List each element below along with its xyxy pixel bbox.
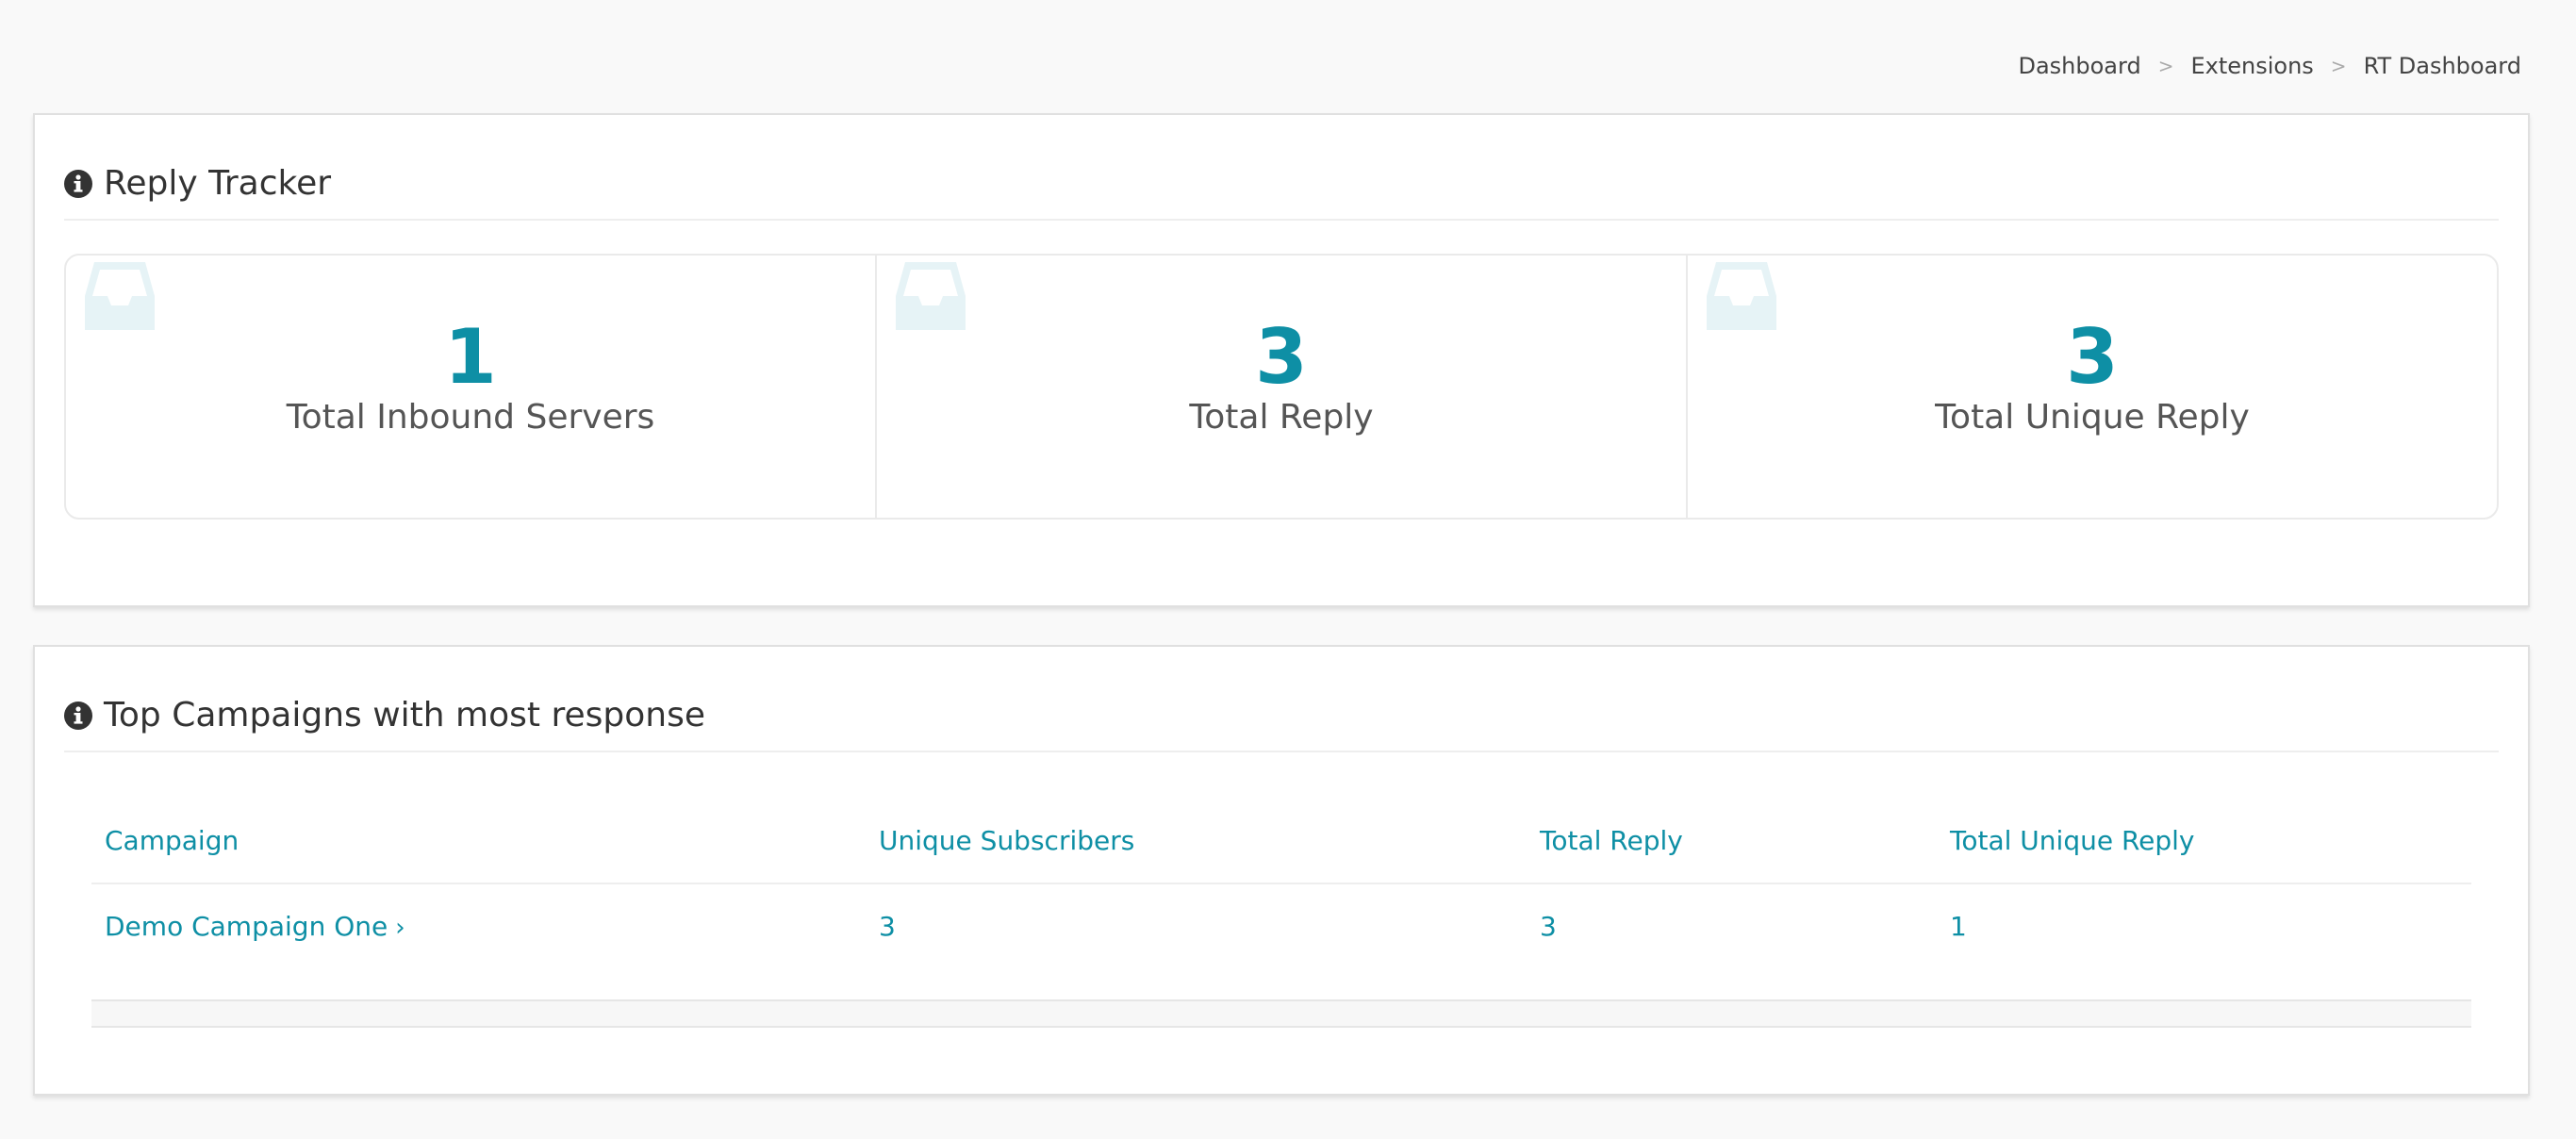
stat-label: Total Unique Reply (1935, 398, 2250, 437)
cell-total-unique-reply: 1 (1950, 910, 1967, 942)
stat-total-unique-reply: 3 Total Unique Reply (1688, 256, 2497, 518)
top-campaigns-title: Top Campaigns with most response (104, 696, 705, 735)
stat-label: Total Reply (1189, 398, 1374, 437)
info-circle-icon (64, 170, 92, 198)
top-campaigns-panel: Top Campaigns with most response Campaig… (33, 645, 2530, 1096)
info-circle-icon (64, 702, 92, 730)
campaigns-table-wrapper: Campaign Unique Subscribers Total Reply … (91, 798, 2471, 967)
breadcrumb-rt-dashboard: RT Dashboard (2363, 53, 2521, 79)
breadcrumb-separator: > (2330, 55, 2347, 77)
reply-tracker-title: Reply Tracker (104, 164, 332, 203)
top-campaigns-header: Top Campaigns with most response (64, 696, 2499, 752)
table-footer (91, 999, 2471, 1028)
stat-total-reply: 3 Total Reply (877, 256, 1688, 518)
cell-campaign: Demo Campaign One › (91, 883, 866, 967)
breadcrumb: Dashboard > Extensions > RT Dashboard (2018, 53, 2521, 79)
column-header-unique-subscribers: Unique Subscribers (866, 798, 1527, 884)
stat-total-inbound-servers: 1 Total Inbound Servers (66, 256, 877, 518)
campaign-name[interactable]: Demo Campaign One (105, 911, 388, 942)
cell-total-reply: 3 (1540, 910, 1557, 942)
column-header-total-unique-reply: Total Unique Reply (1937, 798, 2471, 884)
column-header-campaign: Campaign (91, 798, 866, 884)
table-header-row: Campaign Unique Subscribers Total Reply … (91, 798, 2471, 884)
stat-label: Total Inbound Servers (286, 398, 655, 437)
stat-value: 3 (2066, 313, 2119, 401)
breadcrumb-dashboard[interactable]: Dashboard (2018, 53, 2140, 79)
campaign-link[interactable]: Demo Campaign One › (105, 911, 405, 942)
chevron-right-icon[interactable]: › (395, 914, 405, 942)
breadcrumb-separator: > (2157, 55, 2174, 77)
column-header-total-reply: Total Reply (1527, 798, 1937, 884)
reply-tracker-header: Reply Tracker (64, 164, 2499, 221)
breadcrumb-extensions[interactable]: Extensions (2190, 53, 2313, 79)
stat-value: 3 (1255, 313, 1308, 401)
campaigns-table: Campaign Unique Subscribers Total Reply … (91, 798, 2471, 967)
stat-value: 1 (444, 313, 497, 401)
stats-row: 1 Total Inbound Servers 3 Total Reply 3 … (64, 254, 2499, 520)
reply-tracker-panel: Reply Tracker 1 Total Inbound Servers 3 … (33, 113, 2530, 607)
table-row: Demo Campaign One › 3 3 1 (91, 883, 2471, 967)
cell-unique-subscribers: 3 (879, 910, 896, 942)
